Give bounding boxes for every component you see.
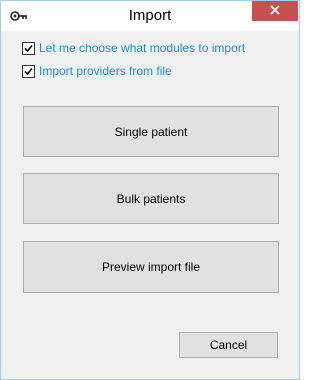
cancel-button[interactable]: Cancel: [179, 332, 278, 358]
close-button[interactable]: [252, 1, 298, 21]
import-dialog: Import Let me choose what modules to imp…: [0, 0, 300, 380]
title-bar[interactable]: Import: [1, 1, 299, 31]
import-providers-option[interactable]: Import providers from file: [22, 64, 172, 78]
close-icon: [270, 2, 280, 20]
bulk-patients-button[interactable]: Bulk patients: [23, 173, 279, 224]
choose-modules-label: Let me choose what modules to import: [39, 41, 246, 55]
choose-modules-option[interactable]: Let me choose what modules to import: [22, 41, 245, 55]
checkmark-icon: [24, 44, 33, 52]
import-providers-checkbox[interactable]: [22, 64, 35, 78]
preview-import-file-button[interactable]: Preview import file: [23, 241, 279, 293]
choose-modules-checkbox[interactable]: [22, 41, 35, 55]
import-providers-label: Import providers from file: [39, 64, 172, 78]
single-patient-button[interactable]: Single patient: [23, 106, 279, 157]
checkmark-icon: [24, 67, 33, 75]
